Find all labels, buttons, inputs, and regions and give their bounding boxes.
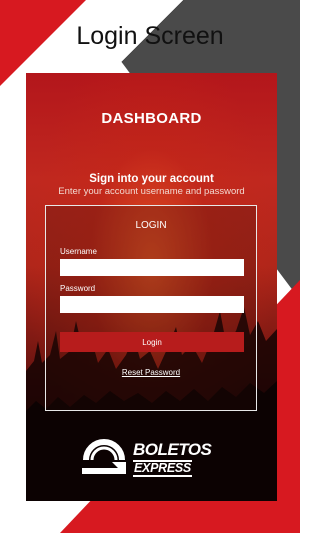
dashboard-title: DASHBOARD <box>101 110 202 127</box>
logo-text-line1: BOLETOS <box>133 440 212 459</box>
login-button[interactable]: Login <box>60 332 244 352</box>
password-input[interactable] <box>60 296 244 313</box>
username-label: Username <box>60 247 97 256</box>
logo-text-line2: EXPRESS <box>133 460 192 477</box>
signin-heading: Sign into your account <box>89 173 214 185</box>
reset-password-link[interactable]: Reset Password <box>46 368 256 377</box>
logo-emblem-icon <box>82 439 126 474</box>
boletos-express-logo: BOLETOS EXPRESS <box>78 436 213 488</box>
login-form-title: LOGIN <box>135 220 167 231</box>
phone-screen: DASHBOARD Sign into your account Enter y… <box>26 73 277 501</box>
username-input[interactable] <box>60 259 244 276</box>
login-form: LOGIN Username Password Login Reset Pass… <box>45 205 257 411</box>
signin-subtitle: Enter your account username and password <box>58 186 245 197</box>
page-title: Login Screen <box>76 22 224 50</box>
password-label: Password <box>60 284 96 293</box>
